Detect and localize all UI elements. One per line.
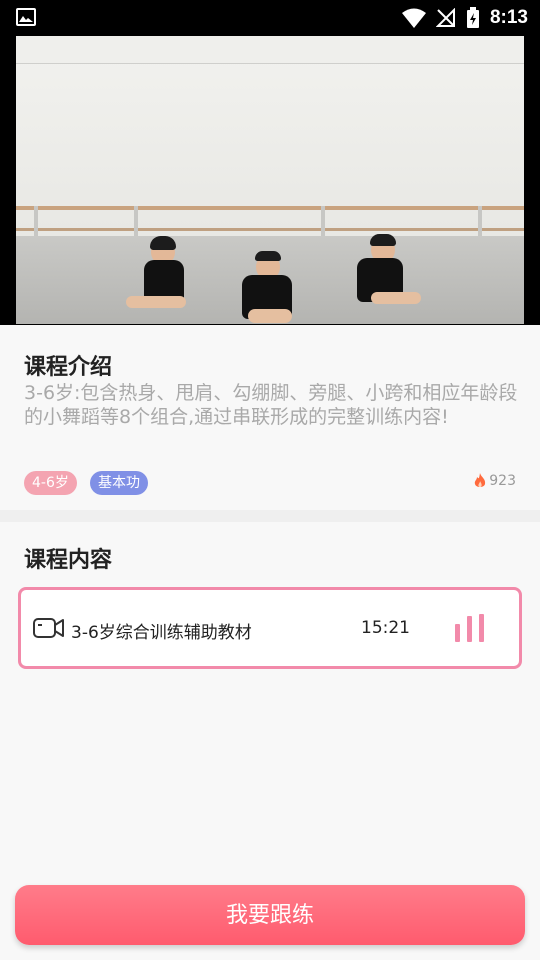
intro-title: 课程介绍	[24, 355, 113, 380]
video-barre-top	[16, 206, 524, 210]
section-divider	[0, 510, 540, 522]
lesson-item[interactable]: 3-6岁综合训练辅助教材 15:21	[18, 587, 522, 669]
content-title: 课程内容	[24, 548, 113, 573]
tag-category: 基本功	[90, 471, 148, 495]
battery-charging-icon	[466, 7, 479, 28]
lesson-duration: 15:21	[361, 618, 410, 638]
video-camera-icon	[33, 618, 64, 638]
follow-practice-button[interactable]: 我要跟练	[15, 885, 525, 945]
video-player[interactable]	[16, 36, 524, 324]
image-icon	[16, 8, 36, 26]
course-intro-section: 课程介绍 3-6岁:包含热身、甩肩、勾绷脚、旁腿、小跨和相应年龄段的小舞蹈等8个…	[0, 325, 540, 510]
video-barre-bottom	[16, 228, 524, 231]
no-signal-icon	[435, 8, 455, 27]
hot-count-value: 923	[489, 473, 516, 489]
status-bar: 8:13	[0, 0, 540, 36]
flame-icon	[475, 473, 486, 488]
lesson-name: 3-6岁综合训练辅助教材	[71, 623, 252, 643]
status-icons: 8:13	[401, 6, 528, 30]
tag-age: 4-6岁	[24, 471, 77, 495]
playing-bars-icon	[455, 614, 485, 642]
status-time: 8:13	[489, 7, 528, 28]
video-ceiling	[16, 36, 524, 64]
wifi-icon	[401, 8, 426, 28]
hot-count: 923	[473, 473, 516, 489]
intro-description: 3-6岁:包含热身、甩肩、勾绷脚、旁腿、小跨和相应年龄段的小舞蹈等8个组合,通过…	[24, 382, 518, 428]
